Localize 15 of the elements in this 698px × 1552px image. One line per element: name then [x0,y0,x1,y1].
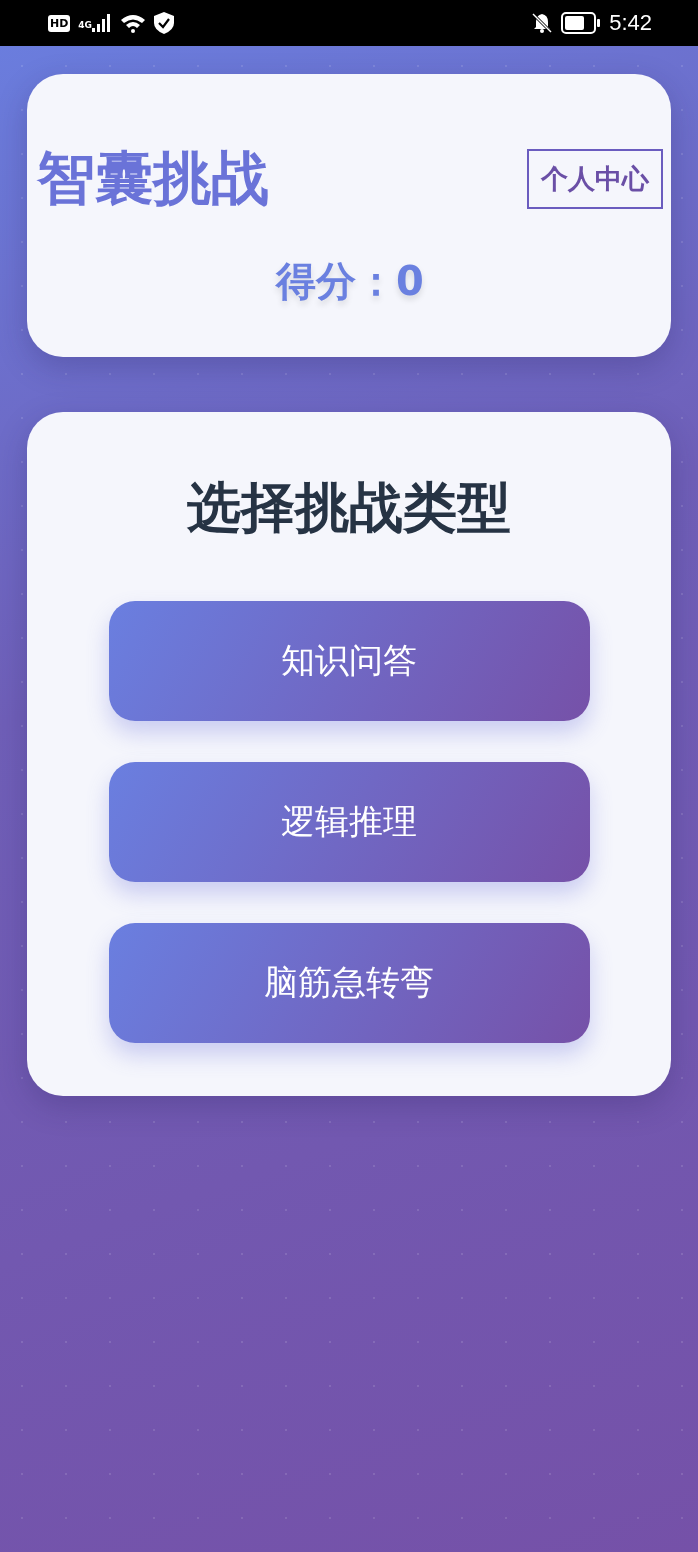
panel-title: 选择挑战类型 [187,475,511,541]
clock-time: 5:42 [609,10,652,36]
shield-icon [154,12,174,34]
signal-icon [92,14,112,32]
wifi-icon [120,13,146,33]
challenge-option-button[interactable]: 逻辑推理 [108,762,590,882]
network-type: 4G [78,20,92,30]
challenge-option-button[interactable]: 脑筋急转弯 [108,923,590,1043]
app-title: 智囊挑战 [37,143,269,214]
score-text: 得分：0 [276,257,424,306]
hd-icon: HD [48,14,71,32]
challenge-option-button[interactable]: 知识问答 [108,601,590,721]
profile-button[interactable]: 个人中心 [527,149,663,209]
battery-icon [561,12,602,34]
bell-off-icon [531,12,554,34]
